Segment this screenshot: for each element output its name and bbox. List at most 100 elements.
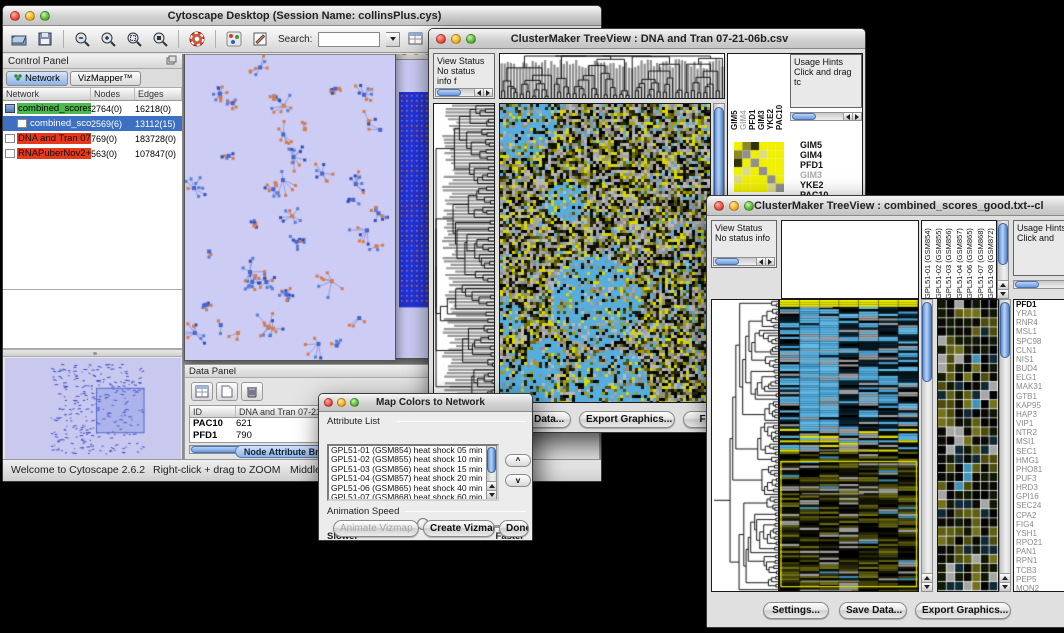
gene-label[interactable]: TCB3 [1016, 566, 1064, 575]
zoom-selected-icon[interactable] [150, 29, 170, 49]
move-down-button[interactable]: v [505, 474, 531, 487]
vizmapper-icon[interactable] [224, 29, 244, 49]
attribute-list-item[interactable]: GPL51-07 (GSM868) heat shock 60 min [329, 493, 486, 501]
vscroll-thumb[interactable] [998, 223, 1008, 265]
treeview-button[interactable]: Settings... [763, 602, 829, 619]
animate-vizmap-button[interactable]: Animate Vizmap [333, 520, 419, 537]
delete-attribute-trash-icon[interactable] [241, 382, 263, 401]
gene-label[interactable]: MSL1 [1016, 327, 1064, 336]
network-table-icon[interactable] [406, 29, 426, 49]
gene-label[interactable]: GIM5 [800, 140, 860, 150]
column-dendrogram[interactable] [782, 221, 918, 298]
gene-label[interactable]: NIS1 [1016, 355, 1064, 364]
view-status-hscrollbar[interactable] [435, 88, 493, 97]
gene-label[interactable]: SEC1 [1016, 447, 1064, 456]
vscroll-up-arrow[interactable] [487, 481, 496, 490]
usage-hints-hscrollbar[interactable] [1013, 280, 1064, 289]
row-dendrogram[interactable] [712, 300, 778, 591]
hscroll-right-arrow[interactable] [483, 89, 492, 96]
panel-splitter-handle[interactable] [3, 349, 182, 357]
column-labels-vscrollbar[interactable] [997, 220, 1009, 299]
gene-label[interactable]: CPA2 [1016, 511, 1064, 520]
hscroll-right-arrow[interactable] [765, 258, 774, 265]
gene-label[interactable]: BUD4 [1016, 364, 1064, 373]
hscroll-left-arrow[interactable] [474, 89, 483, 96]
gene-label[interactable]: PFD1 [800, 160, 860, 170]
hscroll-thumb[interactable] [437, 89, 461, 96]
gene-label[interactable]: MAK31 [1016, 382, 1064, 391]
gene-label[interactable]: NTR2 [1016, 428, 1064, 437]
zoom-in-icon[interactable] [98, 29, 118, 49]
vscroll-up-arrow[interactable] [1000, 573, 1010, 582]
gene-label[interactable]: GPI16 [1016, 492, 1064, 501]
vscroll-down-arrow[interactable] [998, 289, 1008, 298]
gene-label[interactable]: PFD1 [1016, 300, 1064, 309]
hscroll-left-arrow[interactable] [756, 258, 765, 265]
gene-label[interactable]: GIM3 [800, 170, 860, 180]
gene-label[interactable]: YSH1 [1016, 529, 1064, 538]
gene-label[interactable]: CLN1 [1016, 346, 1064, 355]
view-status-hscrollbar[interactable] [713, 257, 775, 266]
treeview-button[interactable]: Export Graphics... [915, 602, 1011, 619]
move-up-button[interactable]: ^ [505, 454, 531, 467]
zoom-out-icon[interactable] [72, 29, 92, 49]
done-button[interactable]: Done [499, 520, 529, 537]
close-button[interactable] [436, 34, 446, 44]
minimize-button[interactable] [451, 34, 461, 44]
similarity-matrix-thumbnail[interactable] [734, 142, 784, 192]
save-icon[interactable] [35, 29, 55, 49]
gene-label[interactable]: KAP95 [1016, 401, 1064, 410]
gene-label[interactable]: PHO81 [1016, 465, 1064, 474]
minimize-button[interactable] [337, 398, 346, 407]
row-dendrogram[interactable] [434, 104, 494, 402]
zoom-button[interactable] [350, 398, 359, 407]
minimize-button[interactable] [25, 11, 35, 21]
network-birdseye-view[interactable] [5, 358, 181, 459]
help-lifebuoy-icon[interactable] [187, 29, 207, 49]
vscroll-up-arrow[interactable] [998, 280, 1008, 289]
heatmap-vscrollbar[interactable] [921, 299, 933, 592]
gene-label[interactable]: GTB1 [1016, 392, 1064, 401]
network-tree-row[interactable]: combined_sco 2569(6) 13112(15) [3, 116, 182, 131]
attribute-select-icon[interactable] [191, 382, 213, 401]
vscroll-thumb[interactable] [922, 302, 932, 382]
gene-label[interactable]: HRD3 [1016, 483, 1064, 492]
network-view-canvas[interactable] [185, 55, 395, 360]
open-file-icon[interactable] [9, 29, 29, 49]
zoom-fit-icon[interactable] [124, 29, 144, 49]
gene-label[interactable]: SPC98 [1016, 337, 1064, 346]
gene-label[interactable]: PAN1 [1016, 547, 1064, 556]
gene-label[interactable]: HMG1 [1016, 456, 1064, 465]
vscroll-down-arrow[interactable] [922, 582, 932, 591]
attribute-list-vscrollbar[interactable] [486, 446, 497, 499]
gene-label[interactable]: YRA1 [1016, 309, 1064, 318]
gene-label[interactable]: VIP1 [1016, 419, 1064, 428]
gene-label[interactable]: MON2 [1016, 584, 1064, 592]
treeview-button[interactable]: Export Graphics... [579, 411, 675, 428]
vscroll-up-arrow[interactable] [922, 573, 932, 582]
gene-label[interactable]: RPN1 [1016, 556, 1064, 565]
float-panel-icon[interactable] [166, 55, 177, 68]
main-title-bar[interactable]: Cytoscape Desktop (Session Name: collins… [3, 6, 601, 26]
zoom-vscrollbar[interactable] [999, 299, 1011, 592]
hscroll-thumb[interactable] [715, 258, 739, 265]
minimize-button[interactable] [729, 201, 739, 211]
hscroll-left-arrow[interactable] [843, 113, 852, 120]
treeview-button[interactable]: Save Data... [839, 602, 907, 619]
close-button[interactable] [324, 398, 333, 407]
expression-heatmap[interactable] [780, 300, 918, 591]
expression-heatmap[interactable] [500, 104, 710, 402]
close-button[interactable] [714, 201, 724, 211]
search-input[interactable] [318, 32, 380, 47]
close-button[interactable] [10, 11, 20, 21]
create-vizmap-button[interactable]: Create Vizmap [423, 520, 495, 537]
gene-label[interactable]: SEC24 [1016, 501, 1064, 510]
network-tree-row[interactable]: RNAPuberNov2+ 563(0) 107847(0) [3, 146, 182, 161]
dense-network-view[interactable] [399, 92, 430, 314]
zoom-button[interactable] [466, 34, 476, 44]
zoom-button[interactable] [40, 11, 50, 21]
gene-label[interactable]: RPO21 [1016, 538, 1064, 547]
gene-label[interactable]: MSI1 [1016, 437, 1064, 446]
usage-hints-hscrollbar[interactable] [790, 112, 862, 121]
zoom-button[interactable] [744, 201, 754, 211]
